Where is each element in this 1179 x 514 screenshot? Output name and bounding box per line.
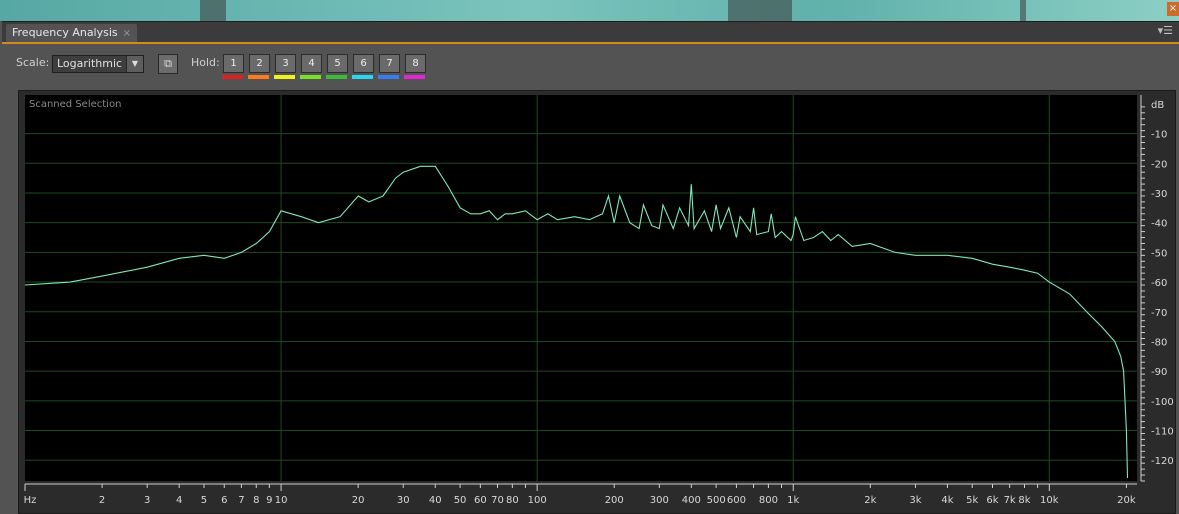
- hold-button-1[interactable]: 1: [223, 54, 244, 73]
- y-tick-label: -10: [1151, 130, 1167, 141]
- hold-button-6[interactable]: 6: [353, 54, 374, 73]
- x-tick-label: 100: [528, 495, 547, 506]
- background-shape: [728, 0, 792, 21]
- y-tick-label: -50: [1151, 248, 1167, 259]
- x-tick-label: 20k: [1117, 495, 1136, 506]
- x-tick-label: 4: [176, 495, 182, 506]
- tab-frequency-analysis[interactable]: Frequency Analysis ×: [6, 24, 138, 42]
- scale-label: Scale:: [16, 56, 50, 69]
- x-tick-label: 300: [650, 495, 669, 506]
- x-tick-label: 8k: [1018, 495, 1030, 506]
- hold-color-swatch-6: [352, 75, 373, 79]
- x-tick-label: 3k: [909, 495, 921, 506]
- toolbar: Scale: Logarithmic ▼ ⧉ Hold: 12345678: [2, 44, 1179, 90]
- x-tick-label: 70: [491, 495, 504, 506]
- x-tick-label: 10k: [1040, 495, 1059, 506]
- spectrum-chart: Hz 2 3 4 5 6 7 8 9 10 20 30 40 50 60 70 80 100 200 300 400 50…: [24, 95, 1174, 506]
- x-tick-label: 7: [238, 495, 244, 506]
- x-tick-label: 5: [201, 495, 207, 506]
- background-shape: [200, 0, 226, 21]
- chevron-down-icon[interactable]: ▼: [126, 56, 143, 72]
- y-tick-label: -20: [1151, 159, 1167, 170]
- x-tick-label: 500: [707, 495, 726, 506]
- hold-color-swatch-4: [300, 75, 321, 79]
- hold-button-5[interactable]: 5: [327, 54, 348, 73]
- hold-color-swatch-7: [378, 75, 399, 79]
- y-tick-label: -30: [1151, 189, 1167, 200]
- background-window-strip: ×: [0, 0, 1179, 21]
- y-tick-label: dB: [1151, 100, 1164, 111]
- plot-title: Scanned Selection: [29, 99, 122, 110]
- x-tick-label: 6: [221, 495, 227, 506]
- hold-button-2[interactable]: 2: [249, 54, 270, 73]
- frequency-analysis-panel: Frequency Analysis × ▾☰ Scale: Logarithmi…: [2, 21, 1179, 514]
- x-tick-label: 7k: [1004, 495, 1016, 506]
- y-tick-label: -120: [1151, 456, 1174, 467]
- x-tick-label: 6k: [986, 495, 998, 506]
- x-tick-label: 40: [429, 495, 442, 506]
- x-tick-label: 1k: [787, 495, 799, 506]
- y-tick-label: -80: [1151, 337, 1167, 348]
- hold-color-swatch-3: [274, 75, 295, 79]
- x-tick-label: 60: [474, 495, 487, 506]
- y-tick-label: -60: [1151, 278, 1167, 289]
- y-tick-label: -110: [1151, 427, 1174, 438]
- hold-color-swatch-8: [404, 75, 425, 79]
- x-tick-label: 80: [506, 495, 519, 506]
- x-tick-label: 8: [253, 495, 259, 506]
- hold-color-swatch-1: [222, 75, 243, 79]
- window-close-icon[interactable]: ×: [1167, 2, 1179, 16]
- scale-select-value: Logarithmic: [57, 57, 123, 70]
- y-tick-label: -100: [1151, 397, 1174, 408]
- x-tick-label: 4k: [941, 495, 953, 506]
- background-shape: [1020, 0, 1026, 21]
- spectrum-plot[interactable]: Scanned Selection Hz 2 3 4 5 6 7 8 9 10 20 30 40 50 60…: [18, 90, 1176, 514]
- x-tick-label: 800: [759, 495, 778, 506]
- hold-button-4[interactable]: 4: [301, 54, 322, 73]
- hold-button-7[interactable]: 7: [379, 54, 400, 73]
- tab-label: Frequency Analysis: [12, 26, 118, 39]
- x-tick-label: 9: [266, 495, 272, 506]
- scale-select[interactable]: Logarithmic ▼: [52, 55, 144, 73]
- close-icon[interactable]: ×: [123, 28, 131, 39]
- y-tick-label: -70: [1151, 308, 1167, 319]
- hold-button-3[interactable]: 3: [275, 54, 296, 73]
- x-tick-label: 50: [454, 495, 467, 506]
- x-tick-label: 2k: [864, 495, 876, 506]
- x-tick-label: 600: [727, 495, 746, 506]
- x-tick-label: 5k: [966, 495, 978, 506]
- y-tick-label: -40: [1151, 219, 1167, 230]
- x-tick-label: 20: [352, 495, 365, 506]
- copy-to-clipboard-icon[interactable]: ⧉: [158, 54, 178, 74]
- plot-area: [25, 95, 1137, 481]
- x-tick-label: 10: [275, 495, 288, 506]
- y-tick-label: -90: [1151, 367, 1167, 378]
- x-tick-label: 200: [605, 495, 624, 506]
- hold-button-8[interactable]: 8: [405, 54, 426, 73]
- panel-tab-bar: Frequency Analysis × ▾☰: [2, 22, 1179, 44]
- hold-color-swatch-2: [248, 75, 269, 79]
- x-tick-label: 400: [682, 495, 701, 506]
- panel-menu-icon[interactable]: ▾☰: [1158, 25, 1173, 37]
- x-tick-label: 2: [99, 495, 105, 506]
- x-tick-label: Hz: [24, 495, 37, 506]
- hold-color-swatch-5: [326, 75, 347, 79]
- x-tick-label: 30: [397, 495, 410, 506]
- hold-label: Hold:: [191, 56, 220, 69]
- x-tick-label: 3: [144, 495, 150, 506]
